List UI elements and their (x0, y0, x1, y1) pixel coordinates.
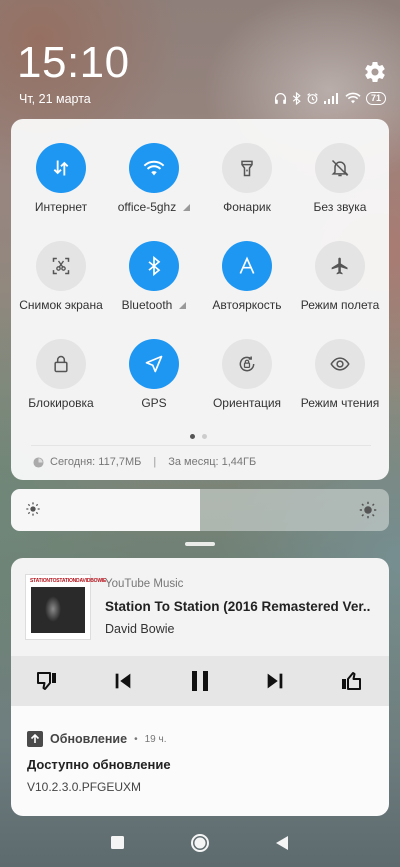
gear-icon[interactable] (363, 60, 387, 84)
tile-label: Режим полета (300, 298, 380, 312)
bluetooth-icon (292, 91, 301, 105)
page-indicator (190, 434, 207, 439)
tile-label: Режим чтения (300, 396, 380, 410)
data-usage-icon (33, 456, 44, 468)
gps-icon[interactable] (129, 339, 179, 389)
tile-gps[interactable]: GPS (108, 339, 200, 410)
tile-auto-brightness[interactable]: Автояркость (201, 241, 293, 312)
pause-icon[interactable] (186, 667, 214, 695)
bluetooth-icon[interactable] (129, 241, 179, 291)
wifi-icon (345, 92, 361, 104)
page-dot-active (190, 434, 195, 439)
tile-bluetooth[interactable]: Bluetooth (108, 241, 200, 312)
usage-today: Сегодня: 117,7МБ (50, 456, 142, 468)
tile-orientation[interactable]: Ориентация (201, 339, 293, 410)
usage-separator: | (153, 456, 157, 468)
update-title: Доступно обновление (27, 757, 171, 772)
tile-flashlight[interactable]: Фонарик (201, 143, 293, 214)
status-icons: 71 (274, 91, 386, 105)
tile-label: Ориентация (212, 396, 282, 410)
tile-lock[interactable]: Блокировка (15, 339, 107, 410)
tile-wifi[interactable]: office-5ghz (108, 143, 200, 214)
tile-label: Фонарик (223, 200, 271, 214)
media-notification[interactable]: STATIONTOSTATIONDAVIDBOWIE YouTube Music… (11, 558, 389, 706)
battery-indicator: 71 (365, 91, 386, 105)
lock-icon[interactable] (36, 339, 86, 389)
headphones-icon (274, 92, 287, 104)
track-artist: David Bowie (105, 622, 175, 636)
tile-label: Bluetooth (108, 298, 200, 312)
media-controls (11, 656, 389, 706)
update-dot: • (134, 733, 138, 745)
tile-label: Интернет (34, 200, 88, 214)
album-art-image (31, 587, 85, 633)
update-app-name: Обновление (50, 732, 128, 746)
thumbs-down-icon[interactable] (33, 667, 61, 695)
divider (31, 445, 371, 446)
alarm-icon (307, 92, 318, 104)
usage-month: За месяц: 1,44ГБ (168, 456, 257, 468)
signal-icon (323, 93, 338, 104)
tile-internet[interactable]: Интернет (15, 143, 107, 214)
brightness-slider[interactable] (11, 489, 389, 531)
drag-handle[interactable] (185, 542, 215, 546)
tile-label: Автояркость (212, 298, 282, 312)
page-dot (202, 434, 207, 439)
back-button[interactable] (275, 835, 289, 856)
clock[interactable]: 15:10 (17, 38, 130, 88)
eye-icon[interactable] (315, 339, 365, 389)
wifi-icon[interactable] (129, 143, 179, 193)
tile-label: Снимок экрана (19, 298, 103, 312)
previous-icon[interactable] (109, 667, 137, 695)
tile-silent[interactable]: Без звука (294, 143, 386, 214)
brightness-low-icon (25, 501, 41, 522)
tile-label: GPS (141, 396, 167, 410)
thumbs-up-icon[interactable] (337, 667, 365, 695)
update-time: 19 ч. (144, 733, 167, 745)
next-icon[interactable] (261, 667, 289, 695)
tile-reading-mode[interactable]: Режим чтения (294, 339, 386, 410)
screenshot-icon[interactable] (36, 241, 86, 291)
update-arrow-icon (27, 731, 43, 747)
quick-settings-panel: Интернет office-5ghz Фонарик Без звука С… (11, 119, 389, 480)
flashlight-icon[interactable] (222, 143, 272, 193)
update-header: Обновление • 19 ч. (27, 731, 166, 747)
airplane-icon[interactable] (315, 241, 365, 291)
navigation-bar (0, 823, 400, 863)
update-version: V10.2.3.0.PFGEUXM (27, 780, 142, 794)
media-app-name: YouTube Music (105, 578, 184, 590)
date[interactable]: Чт, 21 марта (19, 92, 91, 106)
mute-bell-icon[interactable] (315, 143, 365, 193)
track-title: Station To Station (2016 Remastered Ver.… (105, 599, 371, 614)
auto-brightness-icon[interactable] (222, 241, 272, 291)
tile-screenshot[interactable]: Снимок экрана (15, 241, 107, 312)
data-usage[interactable]: Сегодня: 117,7МБ | За месяц: 1,44ГБ (33, 456, 256, 468)
update-notification[interactable]: Обновление • 19 ч. Доступно обновление V… (11, 706, 389, 816)
home-button[interactable] (190, 833, 210, 858)
tile-airplane[interactable]: Режим полета (294, 241, 386, 312)
brightness-high-icon (359, 501, 377, 524)
tile-label: office-5ghz (108, 200, 200, 214)
tile-label: Без звука (313, 200, 367, 214)
tile-label: Блокировка (28, 396, 94, 410)
album-art: STATIONTOSTATIONDAVIDBOWIE (25, 574, 106, 640)
recents-button[interactable] (111, 836, 124, 854)
mobile-data-icon[interactable] (36, 143, 86, 193)
rotation-lock-icon[interactable] (222, 339, 272, 389)
album-art-text: STATIONTOSTATIONDAVIDBOWIE (30, 578, 107, 584)
